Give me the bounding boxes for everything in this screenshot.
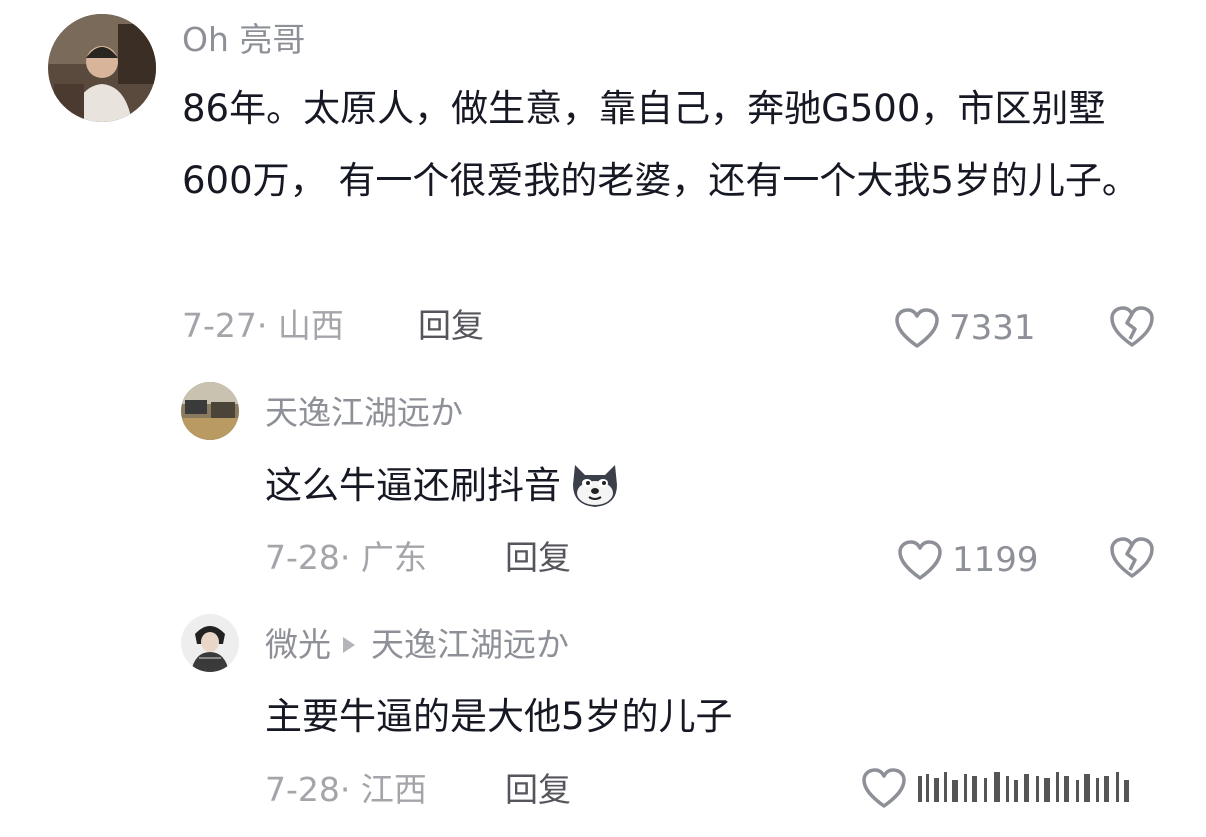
like-count: 7331 <box>949 308 1036 348</box>
like-button[interactable]: 1199 <box>896 538 1039 582</box>
dislike-button[interactable] <box>1108 534 1156 580</box>
broken-heart-icon <box>1108 303 1156 349</box>
comment-content: 主要牛逼的是大他5岁的儿子 <box>265 695 733 738</box>
comment-username[interactable]: Oh 亮哥 <box>182 20 305 60</box>
comment-text: 这么牛逼还刷抖音 <box>265 464 561 507</box>
comment-date-location: 7-28· 江西 <box>265 770 427 809</box>
avatar[interactable] <box>181 382 239 440</box>
heart-outline-icon <box>893 306 949 350</box>
obscured-action-row <box>860 766 1164 814</box>
like-count: 1199 <box>952 540 1039 580</box>
heart-outline-icon <box>860 766 908 814</box>
comment-username[interactable]: 天逸江湖远か <box>265 393 463 433</box>
reply-arrow-icon <box>343 636 355 653</box>
comment-content: 86年。太原人，做生意，靠自己，奔驰G500，市区别墅600万， 有一个很爱我的… <box>182 87 1139 202</box>
dislike-button[interactable] <box>1108 303 1156 349</box>
avatar[interactable] <box>181 614 239 672</box>
comment-date-location: 7-28· 广东 <box>265 538 427 577</box>
doge-emoji <box>567 455 623 511</box>
comment-username: 微光 天逸江湖远か <box>265 625 569 665</box>
watermark-noise <box>914 766 1164 814</box>
reply-button[interactable]: 回复 <box>418 306 484 346</box>
avatar[interactable] <box>48 14 156 122</box>
broken-heart-icon <box>1108 534 1156 580</box>
reply-target[interactable]: 天逸江湖远か <box>371 625 569 664</box>
like-button[interactable]: 7331 <box>893 306 1036 350</box>
comment-date-location: 7-27· 山西 <box>182 306 344 345</box>
reply-author[interactable]: 微光 <box>265 625 331 664</box>
heart-outline-icon <box>896 538 952 582</box>
comment-content: 这么牛逼还刷抖音 <box>265 450 965 522</box>
reply-button[interactable]: 回复 <box>505 538 571 578</box>
reply-button[interactable]: 回复 <box>505 770 571 810</box>
